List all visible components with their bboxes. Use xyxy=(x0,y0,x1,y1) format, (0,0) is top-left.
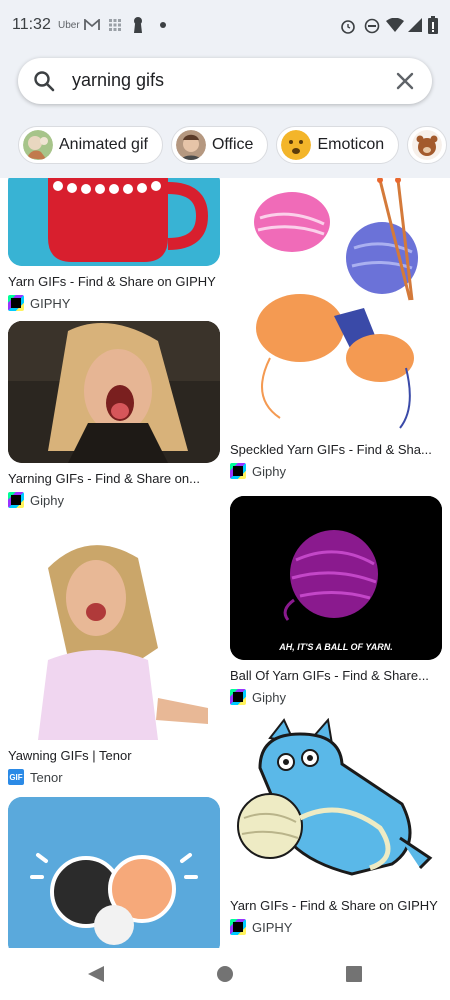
result-image[interactable] xyxy=(230,178,442,434)
result-image[interactable] xyxy=(8,178,220,266)
result-card[interactable] xyxy=(8,797,222,948)
recents-icon[interactable] xyxy=(342,962,366,986)
status-bar: 11:32 Uber xyxy=(0,0,450,50)
keyhole-icon xyxy=(134,17,142,33)
chip-office[interactable]: Office xyxy=(170,126,269,164)
grid-icon xyxy=(109,19,121,31)
android-nav-bar xyxy=(0,948,450,1000)
result-title[interactable]: Speckled Yarn GIFs - Find & Sha... xyxy=(230,442,444,457)
result-card[interactable]: Yarn GIFs - Find & Share on GIPHY GIPHY xyxy=(8,178,222,311)
image-results: Yarn GIFs - Find & Share on GIPHY GIPHY … xyxy=(0,178,450,948)
speckled-yarn-image xyxy=(230,178,442,434)
source-name: Giphy xyxy=(252,463,286,479)
search-input[interactable]: yarning gifs xyxy=(72,70,164,91)
source-name: GIPHY xyxy=(252,919,293,935)
ball-of-yarn-image xyxy=(230,496,442,660)
source-name: Giphy xyxy=(30,492,64,508)
chip-label: Emoticon xyxy=(317,136,385,153)
giphy-favicon-icon xyxy=(8,295,24,311)
cat-with-yarn-image xyxy=(230,718,442,890)
search-icon[interactable] xyxy=(32,69,56,93)
yawning-woman-image xyxy=(8,528,220,740)
chip-emoticon[interactable]: Emoticon xyxy=(276,126,400,164)
result-title[interactable]: Yarn GIFs - Find & Share on GIPHY xyxy=(8,274,222,289)
result-card[interactable]: Yarning GIFs - Find & Share on... Giphy xyxy=(8,321,222,508)
result-source[interactable]: Giphy xyxy=(8,492,222,508)
result-image[interactable]: AH, IT'S A BALL OF YARN. xyxy=(230,496,442,660)
result-image[interactable] xyxy=(8,528,220,740)
result-card[interactable]: Yarn GIFs - Find & Share on GIPHY GIPHY xyxy=(230,718,444,935)
chip-partial[interactable] xyxy=(407,126,448,164)
source-name: GIPHY xyxy=(30,295,71,311)
chip-thumbnail xyxy=(23,130,53,160)
uber-notification-icon: Uber xyxy=(58,20,80,31)
clock: 11:32 xyxy=(12,16,51,33)
image-caption: AH, IT'S A BALL OF YARN. xyxy=(279,642,393,652)
home-icon[interactable] xyxy=(213,962,237,986)
result-title[interactable]: Ball Of Yarn GIFs - Find & Share... xyxy=(230,668,444,683)
result-image[interactable] xyxy=(230,718,442,890)
result-card[interactable]: AH, IT'S A BALL OF YARN. Ball Of Yarn GI… xyxy=(230,496,444,705)
yawning-woman-image xyxy=(8,321,220,463)
giphy-favicon-icon xyxy=(8,492,24,508)
dot-icon xyxy=(160,22,166,28)
result-image[interactable] xyxy=(8,321,220,463)
yarn-heart-image xyxy=(8,797,220,948)
dnd-icon xyxy=(364,18,380,34)
tenor-favicon-icon: GIF xyxy=(8,769,24,785)
result-card[interactable]: Yawning GIFs | Tenor GIF Tenor xyxy=(8,528,222,785)
clear-search-icon[interactable] xyxy=(394,70,416,92)
source-name: Giphy xyxy=(252,689,286,705)
red-yarn-mug-image xyxy=(8,178,220,266)
search-box[interactable]: yarning gifs xyxy=(18,58,432,104)
wifi-icon xyxy=(386,18,404,32)
result-source[interactable]: GIPHY xyxy=(230,919,444,935)
chip-label: Animated gif xyxy=(59,136,148,153)
result-card[interactable]: Speckled Yarn GIFs - Find & Sha... Giphy xyxy=(230,178,444,479)
result-source[interactable]: Giphy xyxy=(230,463,444,479)
chip-label: Office xyxy=(211,136,254,153)
search-header: yarning gifs Animated gif Office Emotico… xyxy=(0,50,450,180)
result-source[interactable]: GIF Tenor xyxy=(8,769,222,785)
alarm-icon xyxy=(341,20,355,34)
result-title[interactable]: Yawning GIFs | Tenor xyxy=(8,748,222,763)
result-title[interactable]: Yarning GIFs - Find & Share on... xyxy=(8,471,222,486)
giphy-favicon-icon xyxy=(230,919,246,935)
suggestion-chips: Animated gif Office Emoticon xyxy=(18,126,448,164)
chip-animated-gif[interactable]: Animated gif xyxy=(18,126,163,164)
source-name: Tenor xyxy=(30,769,63,785)
result-source[interactable]: GIPHY xyxy=(8,295,222,311)
result-source[interactable]: Giphy xyxy=(230,689,444,705)
chip-thumbnail xyxy=(412,130,443,160)
result-image[interactable] xyxy=(8,797,220,948)
chip-thumbnail xyxy=(175,130,206,160)
battery-icon xyxy=(428,16,438,34)
chip-thumbnail xyxy=(281,130,312,160)
giphy-favicon-icon xyxy=(230,689,246,705)
signal-icon xyxy=(408,18,422,32)
gmail-icon xyxy=(84,19,100,30)
result-title[interactable]: Yarn GIFs - Find & Share on GIPHY xyxy=(230,898,444,913)
back-icon[interactable] xyxy=(84,962,108,986)
giphy-favicon-icon xyxy=(230,463,246,479)
